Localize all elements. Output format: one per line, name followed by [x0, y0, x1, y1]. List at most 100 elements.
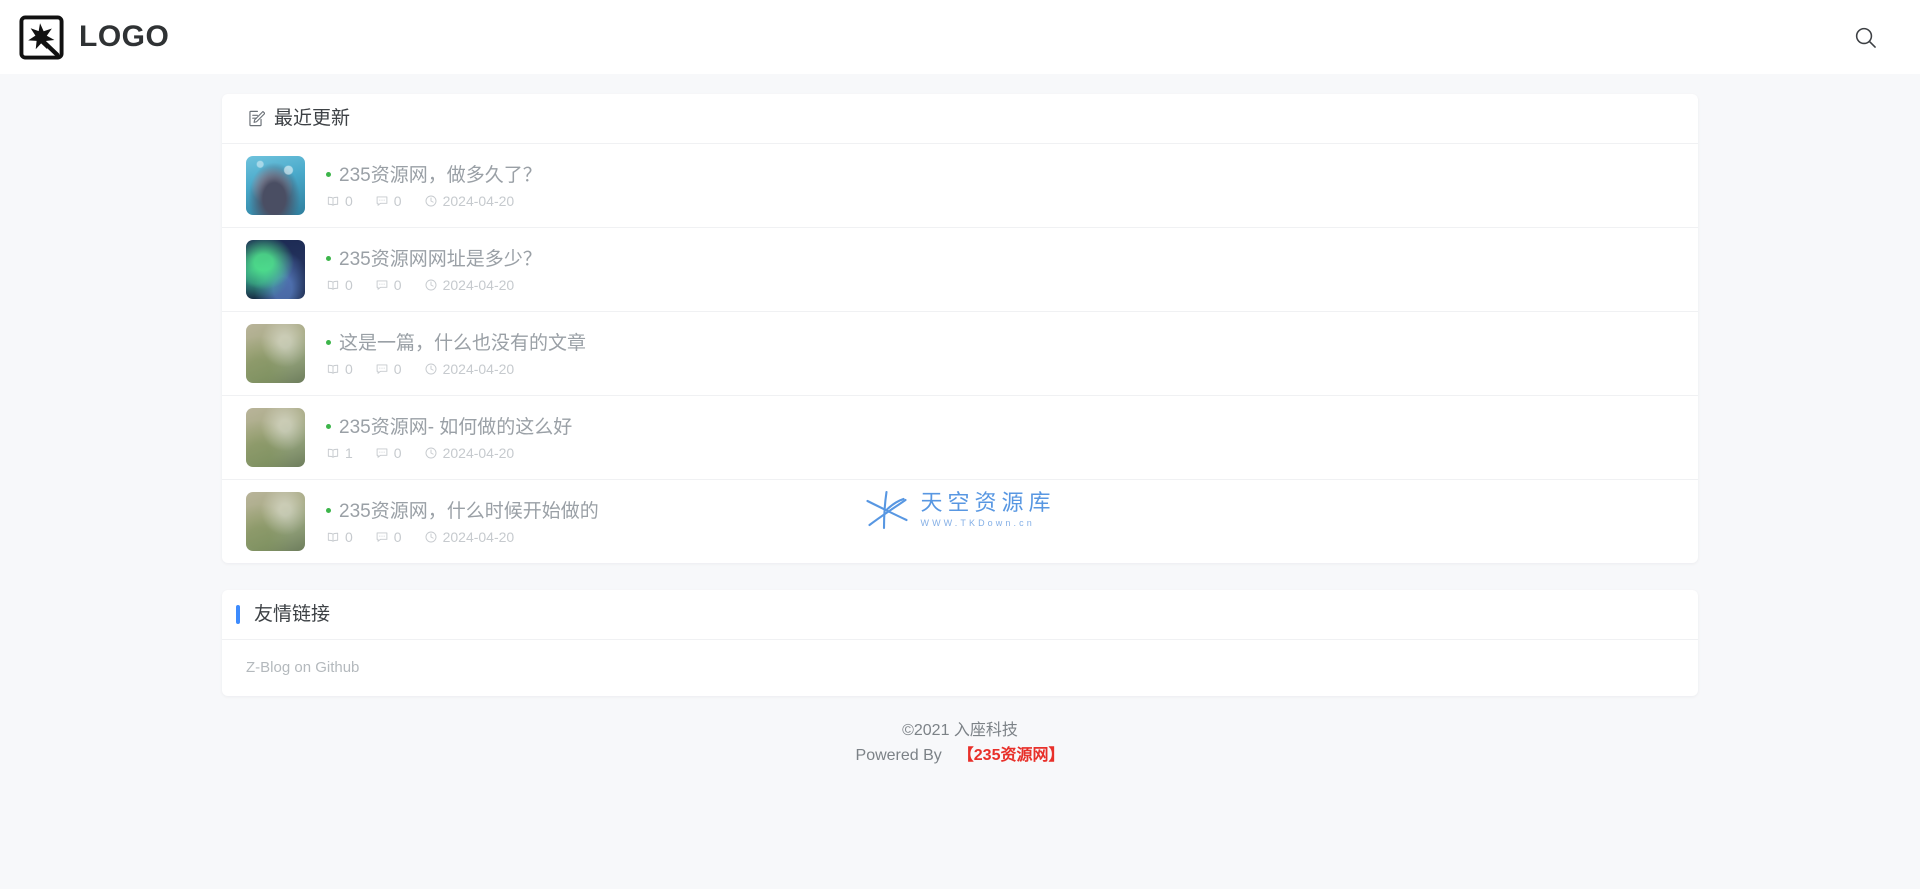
post-meta: 0 0 2024-04-20 — [326, 278, 1674, 292]
post-title-text: 235资源网- 如何做的这么好 — [339, 416, 573, 438]
footer-copyright: ©2021 入座科技 — [902, 721, 1018, 739]
header-tools — [1848, 20, 1882, 54]
comment-icon — [376, 448, 388, 459]
post-body: 235资源网网址是多少？ 0 0 2024-04-20 — [326, 247, 1674, 292]
post-meta: 0 0 2024-04-20 — [326, 362, 1674, 376]
recent-updates-card: 最近更新 235资源网，做多久了？ 0 0 2024-04-20 235资源网网… — [222, 94, 1698, 563]
post-date-text: 2024-04-20 — [442, 361, 515, 378]
post-views: 1 — [326, 446, 353, 460]
status-dot-icon — [326, 339, 331, 345]
post-date: 2024-04-20 — [424, 193, 515, 210]
post-date-text: 2024-04-20 — [442, 193, 515, 210]
post-views: 0 — [326, 530, 353, 544]
page-body: 最近更新 235资源网，做多久了？ 0 0 2024-04-20 235资源网网… — [0, 74, 1920, 889]
recent-updates-list: 235资源网，做多久了？ 0 0 2024-04-20 235资源网网址是多少？… — [222, 144, 1698, 563]
status-dot-icon — [326, 171, 331, 177]
site-logo-text: LOGO — [79, 20, 170, 53]
post-body: 235资源网，什么时候开始做的 0 0 2024-04-20 — [326, 499, 1674, 544]
post-body: 这是一篇，什么也没有的文章 0 0 2024-04-20 — [326, 331, 1674, 376]
status-dot-icon — [326, 423, 331, 429]
site-logo-link[interactable]: LOGO — [18, 14, 169, 61]
book-icon — [327, 449, 339, 458]
post-views-count: 0 — [345, 277, 353, 294]
post-views: 0 — [326, 362, 353, 376]
post-title-text: 235资源网，做多久了？ — [339, 164, 542, 186]
friend-links-card: 友情链接 Z-Blog on Github — [222, 590, 1698, 696]
comment-icon — [376, 280, 388, 291]
content-container: 最近更新 235资源网，做多久了？ 0 0 2024-04-20 235资源网网… — [222, 94, 1698, 696]
comment-icon — [376, 364, 388, 375]
friend-links-list: Z-Blog on Github — [222, 640, 1698, 696]
clock-icon — [425, 363, 437, 375]
post-body: 235资源网，做多久了？ 0 0 2024-04-20 — [326, 163, 1674, 208]
table-row[interactable]: 235资源网网址是多少？ 0 0 2024-04-20 — [222, 228, 1698, 312]
post-body: 235资源网- 如何做的这么好 1 0 2024-04-20 — [326, 415, 1674, 460]
post-date-text: 2024-04-20 — [442, 529, 515, 546]
table-row[interactable]: 235资源网，做多久了？ 0 0 2024-04-20 — [222, 144, 1698, 228]
post-views-count: 0 — [345, 361, 353, 378]
clock-icon — [425, 531, 437, 543]
post-date: 2024-04-20 — [424, 361, 515, 378]
post-views: 0 — [326, 194, 353, 208]
magic-wand-icon — [18, 14, 65, 61]
book-icon — [327, 197, 339, 206]
post-meta: 0 0 2024-04-20 — [326, 194, 1674, 208]
post-thumbnail[interactable] — [246, 324, 305, 383]
comment-icon — [376, 196, 388, 207]
friend-links-title: 友情链接 — [254, 604, 331, 625]
post-title[interactable]: 这是一篇，什么也没有的文章 — [326, 331, 1674, 357]
post-title-text: 235资源网网址是多少？ — [339, 248, 542, 270]
post-comments: 0 — [375, 278, 402, 292]
post-thumbnail[interactable] — [246, 408, 305, 467]
post-date-text: 2024-04-20 — [442, 445, 515, 462]
post-comments: 0 — [375, 194, 402, 208]
post-thumbnail[interactable] — [246, 492, 305, 551]
post-thumbnail[interactable] — [246, 156, 305, 215]
book-icon — [327, 281, 339, 290]
post-views-count: 0 — [345, 193, 353, 210]
table-row[interactable]: 235资源网，什么时候开始做的 0 0 2024-04-20 — [222, 480, 1698, 563]
post-title[interactable]: 235资源网- 如何做的这么好 — [326, 415, 1674, 441]
recent-updates-header: 最近更新 — [222, 94, 1698, 144]
status-dot-icon — [326, 255, 331, 261]
powered-by-label: Powered By — [855, 747, 942, 765]
post-date: 2024-04-20 — [424, 445, 515, 462]
list-item[interactable]: Z-Blog on Github — [246, 658, 359, 678]
search-icon[interactable] — [1848, 20, 1882, 54]
post-title[interactable]: 235资源网，什么时候开始做的 — [326, 499, 1674, 525]
table-row[interactable]: 这是一篇，什么也没有的文章 0 0 2024-04-20 — [222, 312, 1698, 396]
site-footer: ©2021 入座科技 Powered By 【235资源网】 — [0, 696, 1920, 770]
post-date: 2024-04-20 — [424, 529, 515, 546]
post-title[interactable]: 235资源网，做多久了？ — [326, 163, 1674, 189]
post-thumbnail[interactable] — [246, 240, 305, 299]
recent-updates-title: 最近更新 — [274, 108, 351, 129]
post-title[interactable]: 235资源网网址是多少？ — [326, 247, 1674, 273]
post-date: 2024-04-20 — [424, 277, 515, 294]
footer-powered-by: Powered By 【235资源网】 — [856, 743, 1065, 769]
powered-by-link[interactable]: 【235资源网】 — [958, 743, 1065, 769]
clock-icon — [425, 447, 437, 459]
post-views-count: 1 — [345, 445, 353, 462]
post-comments-count: 0 — [393, 193, 402, 210]
post-comments-count: 0 — [393, 361, 402, 378]
post-title-text: 这是一篇，什么也没有的文章 — [339, 332, 587, 354]
accent-bar — [236, 605, 240, 624]
post-comments: 0 — [375, 362, 402, 376]
clock-icon — [425, 279, 437, 291]
status-dot-icon — [326, 507, 331, 513]
post-title-text: 235资源网，什么时候开始做的 — [339, 500, 599, 522]
post-comments: 0 — [375, 530, 402, 544]
post-date-text: 2024-04-20 — [442, 277, 515, 294]
book-icon — [327, 533, 339, 542]
post-comments: 0 — [375, 446, 402, 460]
clock-icon — [425, 195, 437, 207]
table-row[interactable]: 235资源网- 如何做的这么好 1 0 2024-04-20 — [222, 396, 1698, 480]
site-header: LOGO — [0, 0, 1920, 74]
post-comments-count: 0 — [393, 445, 402, 462]
post-meta: 1 0 2024-04-20 — [326, 446, 1674, 460]
post-views-count: 0 — [345, 529, 353, 546]
post-views: 0 — [326, 278, 353, 292]
post-comments-count: 0 — [393, 277, 402, 294]
post-comments-count: 0 — [393, 529, 402, 546]
post-meta: 0 0 2024-04-20 — [326, 530, 1674, 544]
